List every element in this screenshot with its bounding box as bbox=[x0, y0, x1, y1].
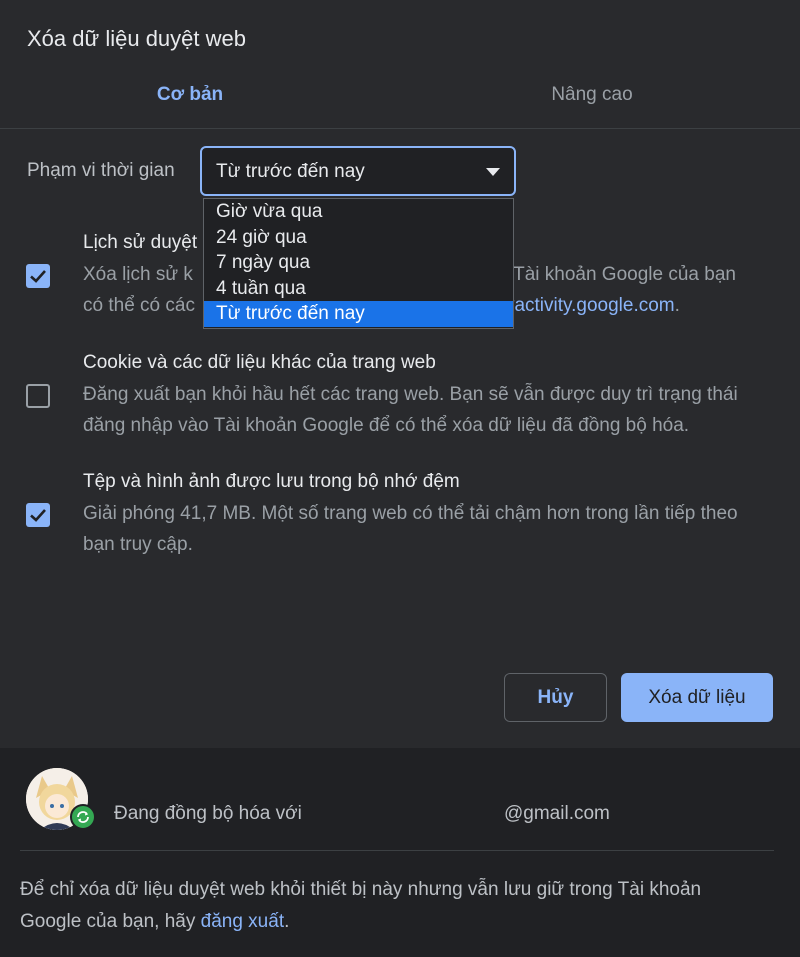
clear-browsing-data-dialog: Xóa dữ liệu duyệt web Cơ bản Nâng cao Ph… bbox=[0, 0, 800, 957]
cancel-button[interactable]: Hủy bbox=[504, 673, 607, 722]
time-range-option-4-weeks[interactable]: 4 tuần qua bbox=[204, 276, 513, 302]
browsing-history-checkbox[interactable] bbox=[26, 264, 50, 288]
cache-checkbox[interactable] bbox=[26, 503, 50, 527]
sync-status-text: Đang đồng bộ hóa với bbox=[114, 803, 302, 824]
checkmark-icon bbox=[30, 509, 46, 522]
tab-advanced[interactable]: Nâng cao bbox=[392, 84, 792, 106]
time-range-label: Phạm vi thời gian bbox=[27, 160, 175, 181]
time-range-selected-value: Từ trước đến nay bbox=[216, 161, 365, 182]
sync-footer: Đang đồng bộ hóa với @gmail.com Để chỉ x… bbox=[0, 748, 800, 957]
tab-basic[interactable]: Cơ bản bbox=[0, 84, 380, 106]
cookies-title: Cookie và các dữ liệu khác của trang web bbox=[83, 352, 436, 373]
sync-icon bbox=[70, 804, 96, 830]
divider bbox=[20, 850, 774, 851]
checkmark-icon bbox=[30, 270, 46, 283]
cookies-checkbox[interactable] bbox=[26, 384, 50, 408]
clear-data-button[interactable]: Xóa dữ liệu bbox=[621, 673, 773, 722]
cache-title: Tệp và hình ảnh được lưu trong bộ nhớ đệ… bbox=[83, 471, 460, 492]
dialog-title: Xóa dữ liệu duyệt web bbox=[27, 26, 246, 51]
dropdown-arrow-icon bbox=[486, 168, 500, 176]
my-activity-link[interactable]: yactivity.google.com bbox=[505, 295, 675, 316]
sync-email: @gmail.com bbox=[504, 803, 610, 824]
tab-bar: Cơ bản Nâng cao bbox=[0, 70, 800, 129]
time-range-option-all-time[interactable]: Từ trước đến nay bbox=[204, 301, 513, 327]
time-range-option-last-hour[interactable]: Giờ vừa qua bbox=[204, 199, 513, 225]
cache-description: Giải phóng 41,7 MB. Một số trang web có … bbox=[83, 503, 738, 555]
browsing-history-title: Lịch sử duyệt bbox=[83, 232, 198, 253]
cookies-description: Đăng xuất bạn khỏi hầu hết các trang web… bbox=[83, 384, 738, 436]
sign-out-note: Để chỉ xóa dữ liệu duyệt web khỏi thiết … bbox=[20, 879, 702, 932]
time-range-option-24-hours[interactable]: 24 giờ qua bbox=[204, 225, 513, 251]
sign-out-link[interactable]: đăng xuất bbox=[201, 911, 284, 932]
time-range-option-7-days[interactable]: 7 ngày qua bbox=[204, 250, 513, 276]
time-range-dropdown: Giờ vừa qua 24 giờ qua 7 ngày qua 4 tuần… bbox=[203, 198, 514, 329]
time-range-select[interactable]: Từ trước đến nay bbox=[200, 146, 516, 196]
